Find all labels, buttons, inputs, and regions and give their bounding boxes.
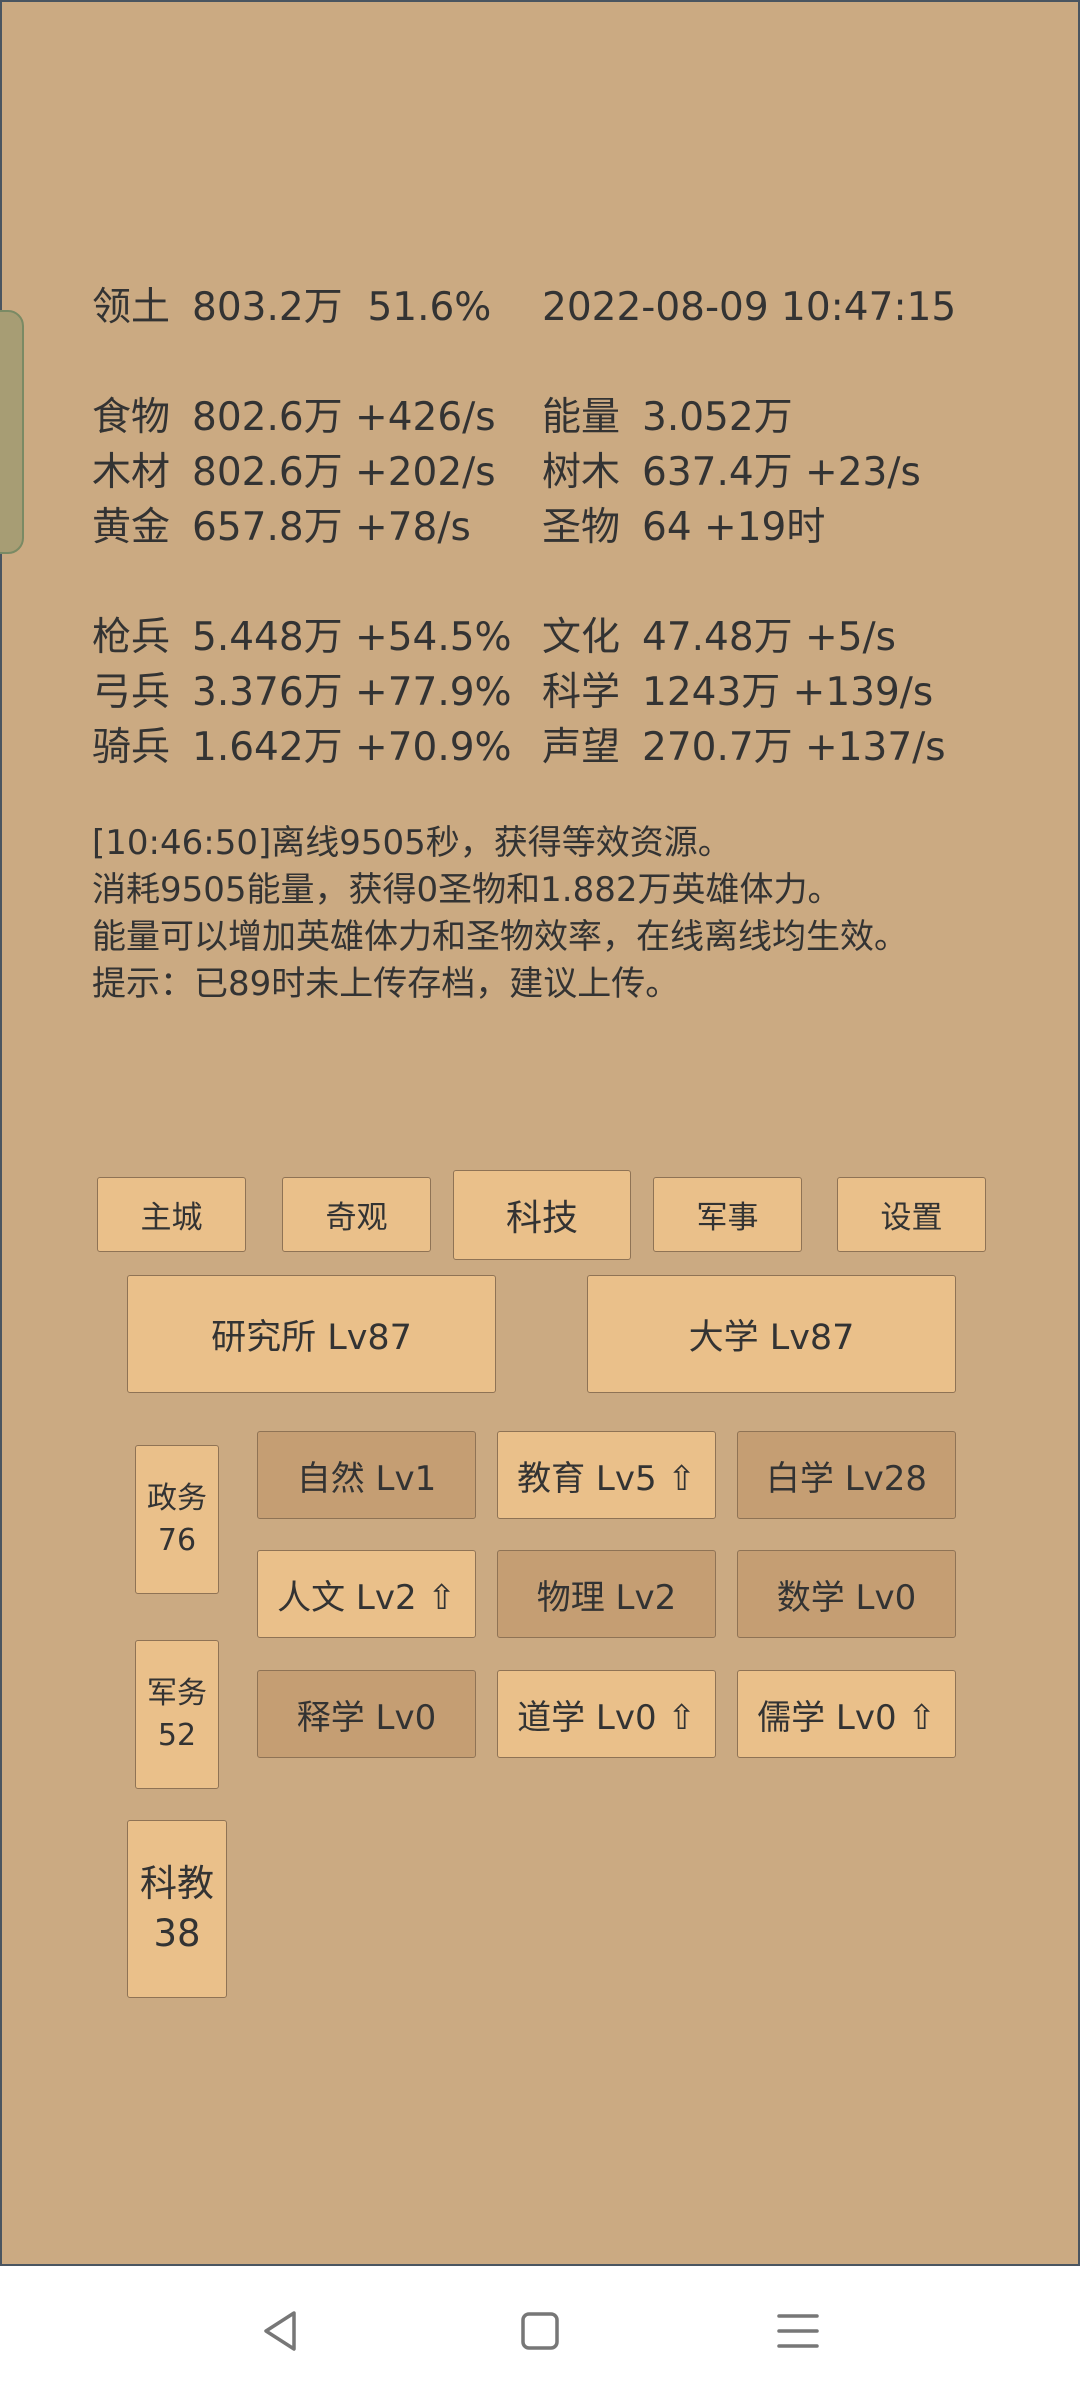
log-line: 能量可以增加英雄体力和圣物效率，在线离线均生效。	[92, 917, 908, 957]
troop-value: 3.376万 +77.9%	[192, 670, 512, 715]
category-name: 军务	[147, 1675, 207, 1711]
stat-label: 声望	[542, 725, 621, 770]
resource-row-food: 食物 802.6万 +426/s	[92, 394, 496, 442]
category-value: 76	[157, 1522, 197, 1558]
system-navigation-bar	[0, 2266, 1080, 2400]
resource-row-gold: 黄金 657.8万 +78/s	[92, 504, 471, 552]
resource-label: 木材	[92, 450, 171, 495]
resource-label: 能量	[542, 395, 621, 440]
resource-label: 树木	[542, 450, 621, 495]
tech-education[interactable]: 教育 Lv5 ⇧	[497, 1431, 716, 1519]
message-log: [10:46:50]离线9505秒，获得等效资源。 消耗9505能量，获得0圣物…	[92, 820, 908, 1008]
troop-value: 5.448万 +54.5%	[192, 615, 512, 660]
resource-label: 食物	[92, 395, 171, 440]
tech-mathematics[interactable]: 数学 Lv0	[737, 1550, 956, 1638]
tab-main-city[interactable]: 主城	[97, 1177, 246, 1252]
stat-label: 科学	[542, 670, 621, 715]
tech-buddhism[interactable]: 释学 Lv0	[257, 1670, 476, 1758]
stat-row-science: 科学 1243万 +139/s	[542, 669, 933, 717]
log-line: [10:46:50]离线9505秒，获得等效资源。	[92, 823, 732, 863]
tech-taoism[interactable]: 道学 Lv0 ⇧	[497, 1670, 716, 1758]
log-line: 消耗9505能量，获得0圣物和1.882万英雄体力。	[92, 870, 842, 910]
stat-value: 270.7万 +137/s	[642, 725, 946, 770]
datetime: 2022-08-09 10:47:15	[542, 285, 957, 330]
game-screen: 领土 803.2万 51.6% 2022-08-09 10:47:15 食物 802…	[0, 0, 1080, 2266]
resource-value: 802.6万 +202/s	[192, 450, 496, 495]
tech-humanities[interactable]: 人文 Lv2 ⇧	[257, 1550, 476, 1638]
resource-value: 802.6万 +426/s	[192, 395, 496, 440]
menu-icon[interactable]	[763, 2296, 833, 2366]
resource-row-relics: 圣物 64 +19时	[542, 504, 825, 552]
troop-label: 弓兵	[92, 670, 171, 715]
category-value: 52	[157, 1717, 197, 1753]
tab-wonders[interactable]: 奇观	[282, 1177, 431, 1252]
troop-value: 1.642万 +70.9%	[192, 725, 512, 770]
stat-value: 1243万 +139/s	[642, 670, 934, 715]
category-science-education[interactable]: 科教 38	[127, 1820, 227, 1998]
building-research-institute[interactable]: 研究所 Lv87	[127, 1275, 496, 1393]
troop-row-spearmen: 枪兵 5.448万 +54.5%	[92, 614, 512, 662]
territory-row: 领土 803.2万 51.6%	[92, 284, 491, 332]
category-name: 政务	[147, 1480, 207, 1516]
resource-row-energy: 能量 3.052万	[542, 394, 793, 442]
resource-value: 64 +19时	[642, 505, 826, 550]
category-value: 38	[153, 1912, 201, 1955]
back-icon[interactable]	[245, 2296, 315, 2366]
stat-row-culture: 文化 47.48万 +5/s	[542, 614, 896, 662]
tech-physics[interactable]: 物理 Lv2	[497, 1550, 716, 1638]
troop-row-archers: 弓兵 3.376万 +77.9%	[92, 669, 512, 717]
tech-confucianism[interactable]: 儒学 Lv0 ⇧	[737, 1670, 956, 1758]
stat-value: 47.48万 +5/s	[642, 615, 896, 660]
category-military-affairs[interactable]: 军务 52	[135, 1640, 219, 1789]
resource-row-wood: 木材 802.6万 +202/s	[92, 449, 496, 497]
building-university[interactable]: 大学 Lv87	[587, 1275, 956, 1393]
territory-percent: 51.6%	[367, 285, 492, 330]
resource-label: 黄金	[92, 505, 171, 550]
resource-label: 圣物	[542, 505, 621, 550]
category-administration[interactable]: 政务 76	[135, 1445, 219, 1594]
home-icon[interactable]	[505, 2296, 575, 2366]
category-name: 科教	[140, 1862, 214, 1905]
tech-white-study[interactable]: 白学 Lv28	[737, 1431, 956, 1519]
tab-military[interactable]: 军事	[653, 1177, 802, 1252]
resource-value: 3.052万	[642, 395, 793, 440]
resource-value: 657.8万 +78/s	[192, 505, 471, 550]
territory-label: 领土	[92, 285, 171, 330]
tech-nature[interactable]: 自然 Lv1	[257, 1431, 476, 1519]
resource-row-trees: 树木 637.4万 +23/s	[542, 449, 921, 497]
resource-value: 637.4万 +23/s	[642, 450, 921, 495]
troop-label: 枪兵	[92, 615, 171, 660]
troop-label: 骑兵	[92, 725, 171, 770]
tab-technology[interactable]: 科技	[453, 1170, 631, 1260]
stat-label: 文化	[542, 615, 621, 660]
troop-row-cavalry: 骑兵 1.642万 +70.9%	[92, 724, 512, 772]
tab-settings[interactable]: 设置	[837, 1177, 986, 1252]
territory-value: 803.2万	[192, 285, 343, 330]
stat-row-prestige: 声望 270.7万 +137/s	[542, 724, 946, 772]
log-line: 提示：已89时未上传存档，建议上传。	[92, 964, 680, 1004]
